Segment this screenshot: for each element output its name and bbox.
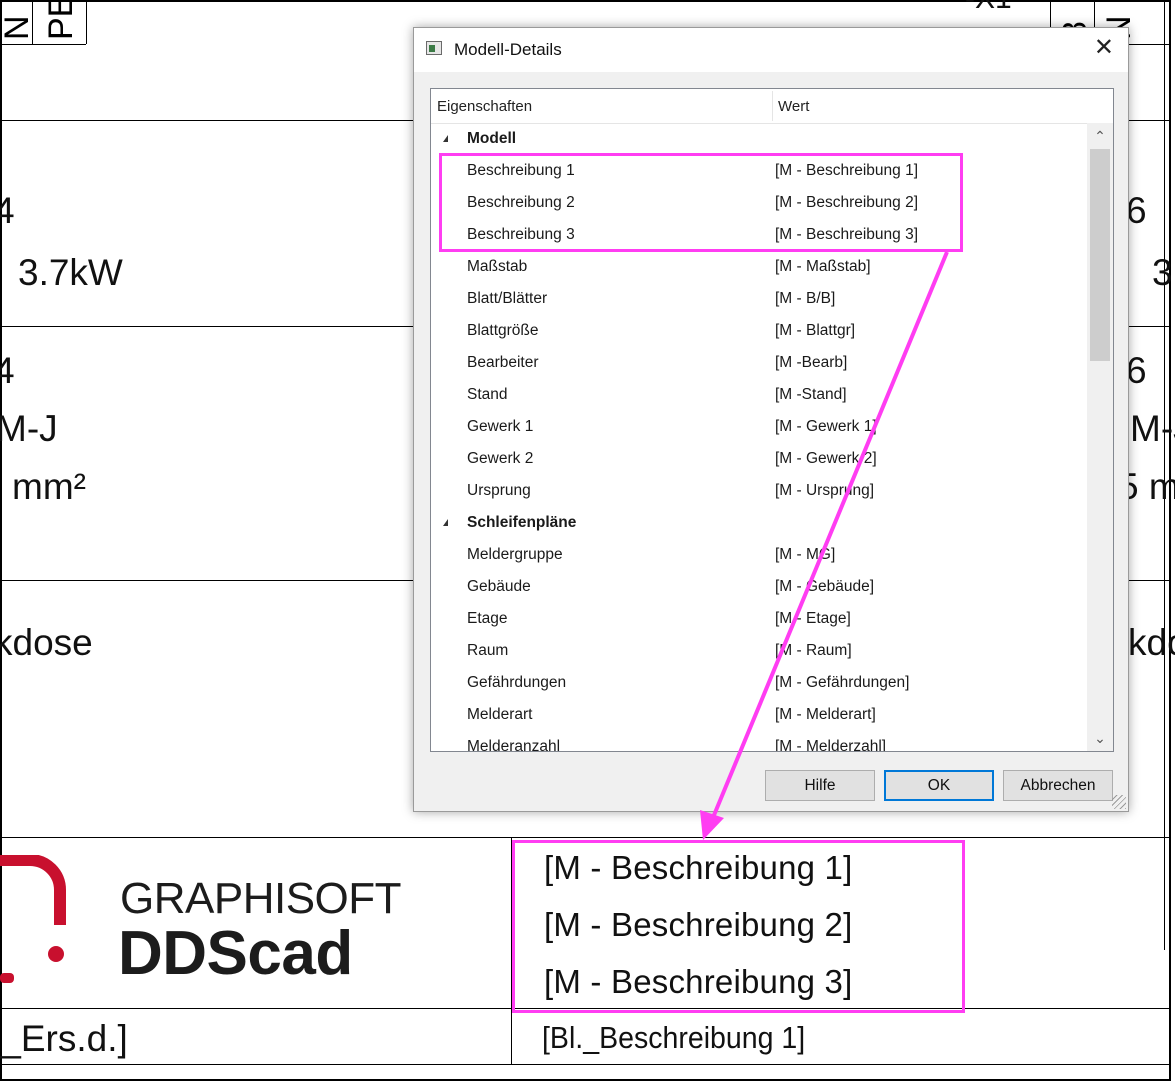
annotation-arrow bbox=[700, 251, 949, 840]
